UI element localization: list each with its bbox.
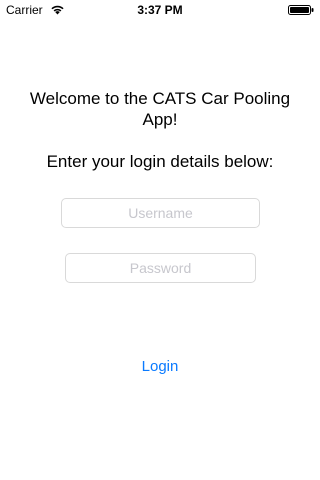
username-field[interactable] (61, 198, 260, 228)
status-bar: Carrier 3:37 PM (0, 0, 320, 20)
welcome-heading: Welcome to the CATS Car Pooling App! (29, 89, 291, 129)
login-button[interactable]: Login (110, 354, 210, 378)
login-instructions: Enter your login details below: (46, 152, 274, 171)
login-screen: Carrier 3:37 PM Welcome to the CATS Car … (0, 0, 320, 480)
password-field[interactable] (65, 253, 256, 283)
clock: 3:37 PM (137, 3, 183, 17)
battery-icon (288, 5, 314, 15)
